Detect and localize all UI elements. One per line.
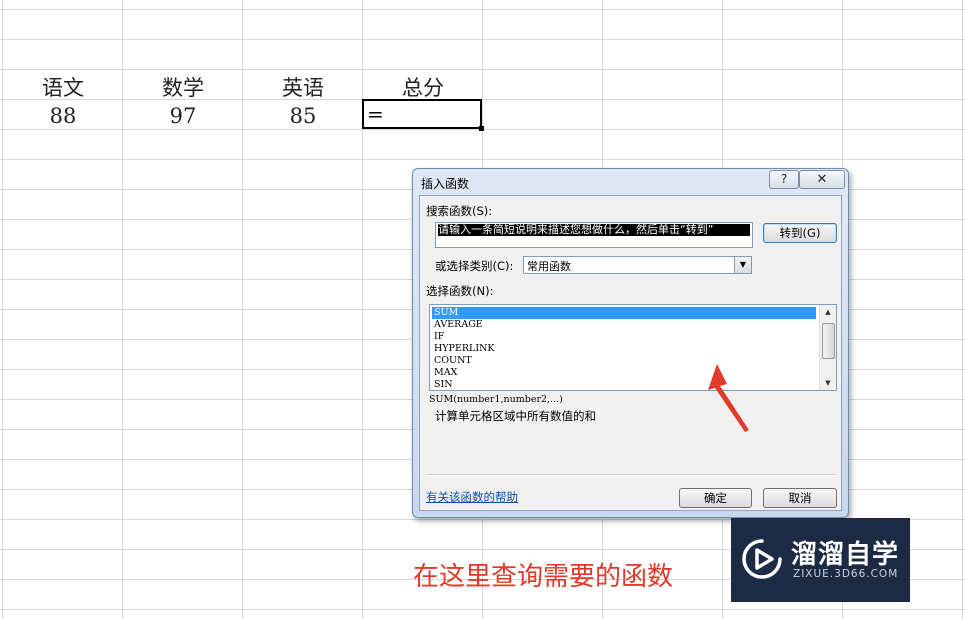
grid-line [0,69,965,70]
header-cell-total[interactable]: 总分 [363,72,483,102]
value-cell-math[interactable]: 97 [123,104,243,128]
category-label: 或选择类别(C): [435,259,514,273]
category-select[interactable]: 常用函数 ▼ [523,256,752,274]
grid-line [0,159,965,160]
close-button[interactable]: ✕ [799,170,845,189]
search-input[interactable]: 请输入一条简短说明来描述您想做什么，然后单击“转到” [435,222,753,248]
play-logo-icon [742,539,782,579]
function-list-item[interactable]: SUM [432,307,816,319]
category-value: 常用函数 [527,260,571,273]
insert-function-dialog: 插入函数 ? ✕ 搜索函数(S): 请输入一条简短说明来描述您想做什么，然后单击… [412,168,849,518]
dialog-body: 搜索函数(S): 请输入一条简短说明来描述您想做什么，然后单击“转到” 转到(G… [419,195,842,511]
active-cell-total[interactable]: = [362,99,482,129]
cancel-button[interactable]: 取消 [763,488,837,508]
watermark: 溜溜自学 ZIXUE.3D66.COM [731,518,910,602]
function-list-item[interactable]: HYPERLINK [434,343,816,355]
red-arrow-annotation [708,364,749,432]
scroll-up-icon[interactable]: ▲ [820,305,836,319]
dialog-title: 插入函数 [421,177,470,191]
grid-line [0,609,965,610]
ok-button[interactable]: 确定 [679,488,752,508]
help-button[interactable]: ? [769,170,799,189]
function-help-link[interactable]: 有关该函数的帮助 [426,489,518,505]
search-label: 搜索函数(S): [426,204,493,218]
function-syntax: SUM(number1,number2,...) [429,394,563,405]
header-cell-chinese[interactable]: 语文 [3,72,123,102]
header-cell-math[interactable]: 数学 [123,72,243,102]
value-cell-chinese[interactable]: 88 [3,104,123,128]
active-cell-formula: = [367,102,384,126]
caption-text: 在这里查询需要的函数 [413,562,674,592]
list-scrollbar[interactable]: ▲ ▼ [819,305,836,390]
header-cell-english[interactable]: 英语 [243,72,363,102]
chevron-down-icon[interactable]: ▼ [734,257,751,273]
grid-line [0,39,965,40]
fill-handle[interactable] [479,126,484,131]
goto-button[interactable]: 转到(G) [763,223,837,243]
watermark-url: ZIXUE.3D66.COM [793,568,899,580]
function-list-item[interactable]: IF [434,331,816,343]
scroll-thumb[interactable] [822,323,835,359]
function-list-item[interactable]: AVERAGE [434,319,816,331]
function-description: 计算单元格区域中所有数值的和 [435,409,596,423]
search-text: 请输入一条简短说明来描述您想做什么，然后单击“转到” [438,224,750,236]
watermark-name: 溜溜自学 [791,540,900,570]
function-label: 选择函数(N): [426,284,494,298]
value-cell-english[interactable]: 85 [243,104,363,128]
divider [426,474,836,476]
grid-line [0,9,965,10]
function-list[interactable]: SIN MAX COUNT HYPERLINK IF AVERAGE SUM ▲ ▼ [429,304,837,391]
scroll-down-icon[interactable]: ▼ [820,376,836,390]
